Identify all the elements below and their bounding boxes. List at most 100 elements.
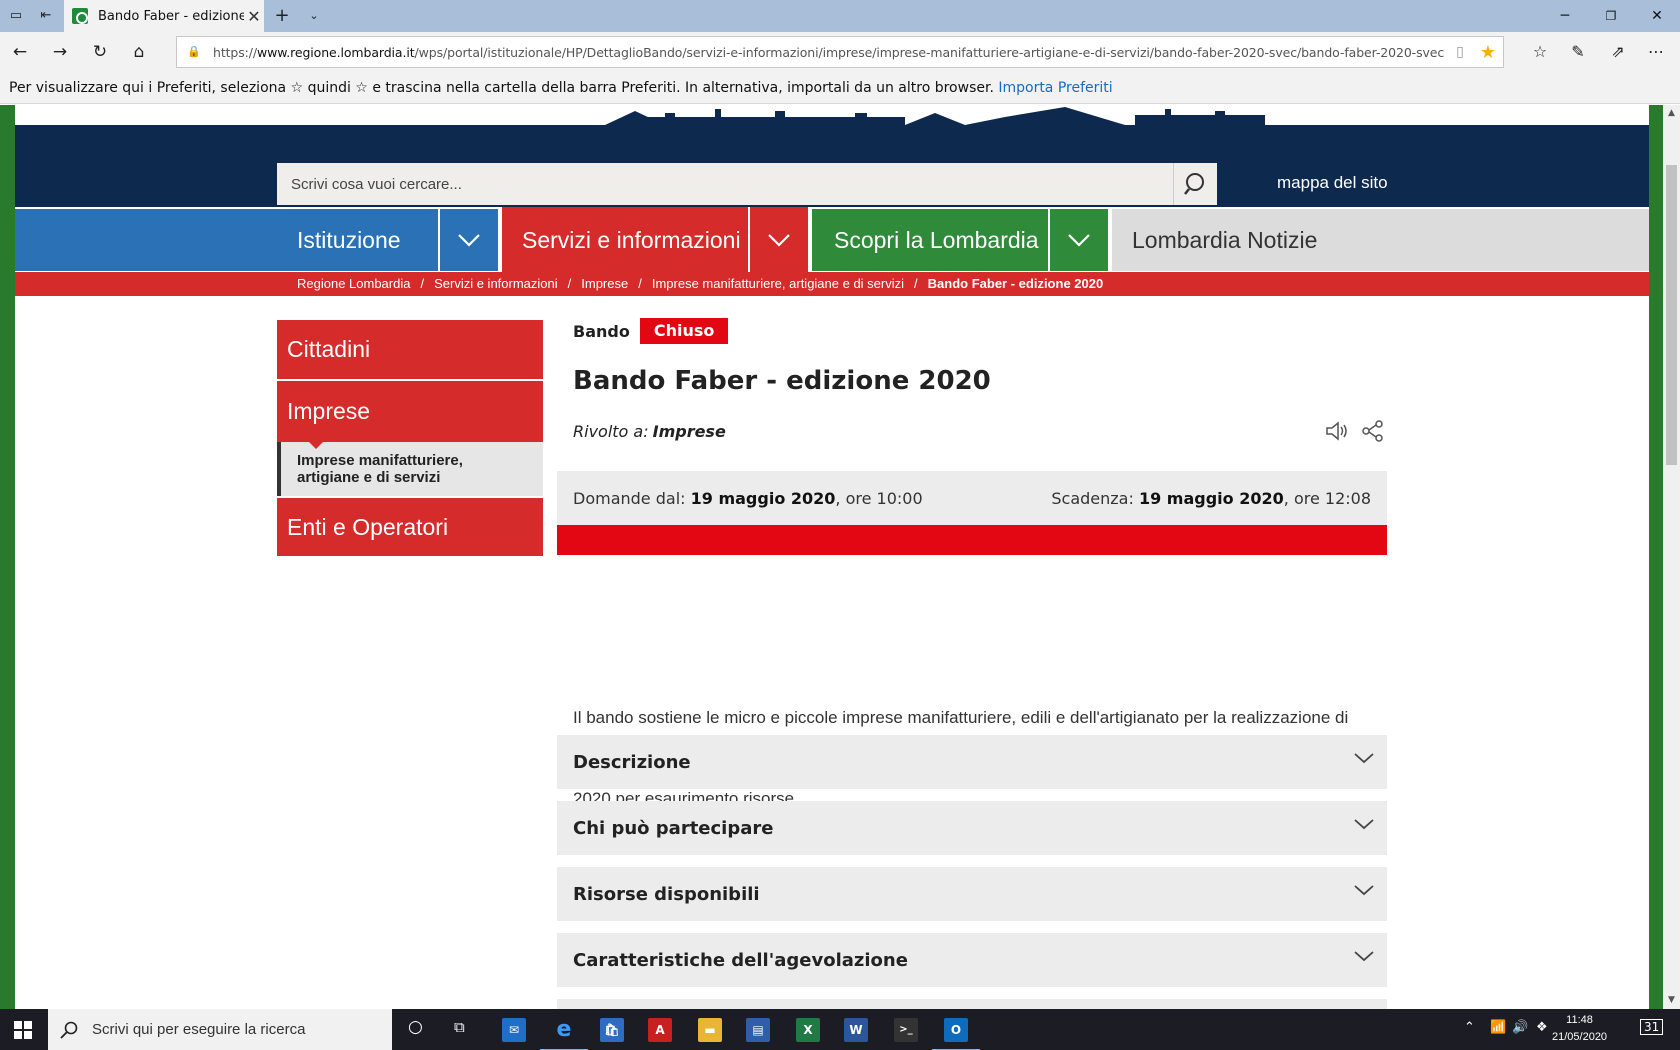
skyline-graphic: [605, 107, 1265, 125]
status-label: Bando: [573, 321, 630, 341]
breadcrumb-current: Bando Faber - edizione 2020: [927, 276, 1104, 291]
nav-servizi-informazioni[interactable]: Servizi e informazioni: [502, 207, 748, 273]
speaker-icon[interactable]: [1325, 420, 1351, 442]
nav-scopri-lombardia[interactable]: Scopri la Lombardia: [812, 209, 1048, 271]
share-icon[interactable]: ⇗: [1606, 40, 1630, 64]
sidebar-item-imprese[interactable]: Imprese: [277, 381, 543, 442]
main-content: Bando Chiuso Bando Faber - edizione 2020…: [557, 318, 1403, 808]
tab-close-icon[interactable]: ✕: [244, 7, 264, 26]
chevron-down-icon: [1068, 234, 1090, 247]
nav-label: Servizi e informazioni: [522, 226, 741, 253]
breadcrumb-item[interactable]: Regione Lombardia: [297, 276, 410, 291]
sidebar-item-enti-operatori[interactable]: Enti e Operatori: [277, 498, 543, 556]
pen-notes-icon[interactable]: ✎: [1566, 40, 1590, 64]
restore-icon[interactable]: ❐: [1588, 0, 1634, 32]
tab-title: Bando Faber - edizione: [98, 8, 244, 24]
tab-list-chevron-icon[interactable]: ⌄: [304, 6, 324, 26]
task-view-icon[interactable]: ⧉: [454, 1018, 465, 1036]
breadcrumb-item[interactable]: Imprese: [581, 276, 628, 291]
clock-date: 21/05/2020: [1552, 1031, 1608, 1043]
terminal-app-icon[interactable]: >_: [894, 1018, 918, 1042]
nav-istituzione-chevron[interactable]: [440, 209, 498, 271]
accordion-next[interactable]: [557, 999, 1387, 1009]
sidebar-item-cittadini[interactable]: Cittadini: [277, 320, 543, 381]
edge-browser-icon[interactable]: e: [540, 1018, 588, 1050]
favorites-hint-text-2: quindi ☆ e trascina nella cartella della…: [307, 80, 994, 96]
nav-istituzione[interactable]: Istituzione: [15, 209, 438, 271]
volume-icon[interactable]: 🔊: [1512, 1020, 1528, 1035]
scroll-thumb[interactable]: [1666, 165, 1677, 465]
nav-servizi-chevron[interactable]: [750, 207, 808, 273]
taskbar-search-input[interactable]: Scrivi qui per eseguire la ricerca: [92, 1021, 305, 1038]
favorites-hub-icon[interactable]: ☆: [1528, 40, 1552, 64]
outlook-app-icon[interactable]: O: [932, 1018, 980, 1050]
minimize-icon[interactable]: ─: [1542, 0, 1588, 32]
breadcrumb-item[interactable]: Servizi e informazioni: [434, 276, 558, 291]
nav-scopri-chevron[interactable]: [1050, 209, 1108, 271]
scroll-down-icon[interactable]: ▼: [1663, 992, 1680, 1009]
acrobat-app-icon[interactable]: A: [648, 1018, 672, 1042]
window-close-icon[interactable]: ✕: [1634, 0, 1680, 32]
notifications-icon[interactable]: 31: [1640, 1019, 1664, 1035]
accordion-caratteristiche[interactable]: Caratteristiche dell'agevolazione: [557, 933, 1387, 987]
breadcrumb: Regione Lombardia / Servizi e informazioni…: [15, 272, 1649, 296]
accordion-risorse-disponibili[interactable]: Risorse disponibili: [557, 867, 1387, 921]
breadcrumb-item[interactable]: Imprese manifatturiere, artigiane e di s…: [652, 276, 904, 291]
sidebar-subitem-imprese-manifatturiere[interactable]: Imprese manifatturiere, artigiane e di s…: [277, 440, 543, 496]
windows-start-icon[interactable]: [14, 1021, 32, 1039]
taskbar-search[interactable]: Scrivi qui per eseguire la ricerca: [48, 1009, 392, 1050]
share-icon[interactable]: [1361, 420, 1385, 442]
file-explorer-icon[interactable]: ▬: [698, 1018, 722, 1042]
accordion-label: Caratteristiche dell'agevolazione: [573, 949, 908, 971]
site-favicon-icon: [72, 8, 88, 24]
refresh-icon[interactable]: ↻: [88, 40, 112, 64]
page-scrollbar[interactable]: ▲ ▼: [1663, 105, 1680, 1009]
url-field[interactable]: 🔒 https://www.regione.lombardia.it/wps/p…: [176, 36, 1504, 68]
more-menu-icon[interactable]: ⋯: [1644, 40, 1668, 64]
accordion-chi-puo-partecipare[interactable]: Chi può partecipare: [557, 801, 1387, 855]
new-tab-icon[interactable]: +: [272, 6, 292, 26]
address-bar: ← → ↻ ⌂ 🔒 https://www.regione.lombardia.…: [0, 32, 1680, 72]
cortana-icon[interactable]: ○: [408, 1017, 423, 1037]
sitemap-link[interactable]: mappa del sito: [1277, 173, 1388, 193]
search-icon: [1183, 173, 1204, 195]
page-actions: [1325, 420, 1385, 442]
nav-label: Istituzione: [297, 226, 401, 253]
home-icon[interactable]: ⌂: [127, 40, 151, 64]
word-app-icon[interactable]: W: [844, 1018, 868, 1042]
accordion-descrizione[interactable]: Descrizione: [557, 735, 1387, 789]
browser-tab-bar: ▭ ⇤ Bando Faber - edizione ✕ + ⌄ ─ ❐ ✕: [0, 0, 1680, 32]
accordion-label: Descrizione: [573, 751, 691, 773]
reading-view-icon[interactable]: ▯: [1447, 44, 1473, 60]
url-text[interactable]: https://www.regione.lombardia.it/wps/por…: [213, 45, 1447, 60]
remote-app-icon[interactable]: ▤: [746, 1018, 770, 1042]
back-icon[interactable]: ←: [8, 40, 32, 64]
mail-app-icon[interactable]: ✉: [502, 1018, 526, 1042]
status-row: Bando Chiuso: [573, 318, 1403, 344]
tray-chevron-icon[interactable]: ⌃: [1464, 1020, 1475, 1035]
forward-icon[interactable]: →: [48, 40, 72, 64]
set-aside-tabs-icon[interactable]: ⇤: [36, 6, 56, 26]
chevron-down-icon: [1354, 885, 1374, 896]
site-header: Scrivi cosa vuoi cercare... mappa del si…: [15, 125, 1649, 207]
tab-active[interactable]: Bando Faber - edizione ✕: [64, 0, 264, 32]
excel-app-icon[interactable]: X: [796, 1018, 820, 1042]
import-favorites-link[interactable]: Importa Preferiti: [998, 80, 1112, 96]
system-clock[interactable]: 11:48 21/05/2020: [1552, 1012, 1607, 1046]
scroll-up-icon[interactable]: ▲: [1663, 105, 1680, 122]
page-title: Bando Faber - edizione 2020: [573, 366, 991, 396]
network-icon[interactable]: 📶: [1490, 1020, 1506, 1035]
nav-lombardia-notizie[interactable]: Lombardia Notizie: [1112, 209, 1649, 271]
chevron-down-icon: [1354, 951, 1374, 962]
tab-actions-icon[interactable]: ▭: [6, 6, 26, 26]
clock-time: 11:48: [1566, 1014, 1593, 1026]
search-button[interactable]: [1173, 163, 1217, 205]
favorite-star-icon[interactable]: ★: [1473, 42, 1503, 63]
favorites-bar: Per visualizzare qui i Preferiti, selezi…: [0, 72, 1680, 104]
timeline-progress-bar: [557, 525, 1387, 555]
store-app-icon[interactable]: 🛍: [600, 1018, 624, 1042]
lock-icon[interactable]: 🔒: [187, 45, 201, 59]
site-search: Scrivi cosa vuoi cercare...: [277, 163, 1217, 205]
dropbox-icon[interactable]: ❖: [1536, 1020, 1548, 1035]
search-input[interactable]: Scrivi cosa vuoi cercare...: [277, 176, 1173, 193]
